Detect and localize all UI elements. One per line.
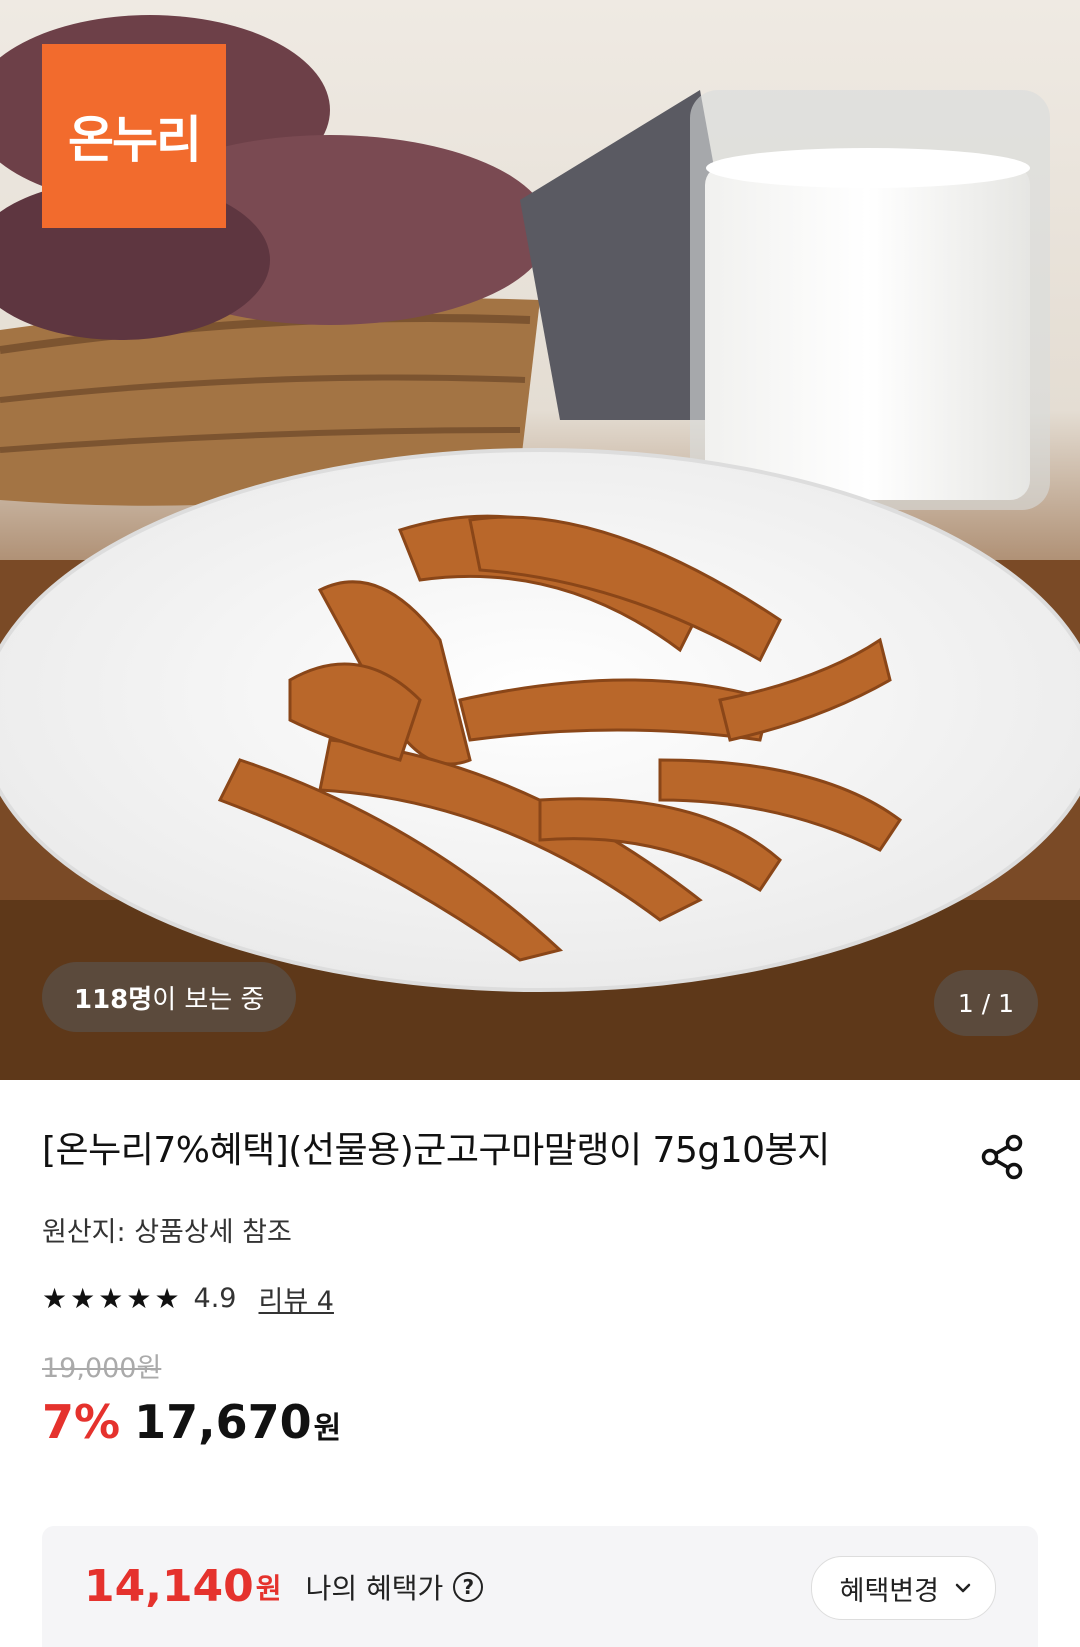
- brand-logo: 온누리: [42, 44, 226, 228]
- viewer-count: 118명: [74, 984, 153, 1015]
- rating-row: ★ ★ ★ ★ ★ 4.9 리뷰 4: [42, 1279, 1080, 1318]
- star-icon: ★: [42, 1281, 68, 1315]
- question-circle-icon[interactable]: ?: [453, 1571, 484, 1602]
- original-price: 19,000원: [42, 1353, 162, 1384]
- benefit-change-button[interactable]: 혜택변경: [810, 1556, 996, 1620]
- benefit-price-unit: 원: [255, 1571, 282, 1605]
- benefit-change-label: 혜택변경: [839, 1575, 939, 1607]
- image-counter: 1 / 1: [934, 970, 1038, 1036]
- star-icon: ★: [70, 1281, 96, 1315]
- share-button[interactable]: [978, 1132, 1028, 1182]
- chevron-down-icon: [955, 1583, 971, 1593]
- origin-info: 원산지: 상품상세 참조: [42, 1217, 292, 1248]
- viewers-badge: 118명 이 보는 중: [42, 962, 297, 1032]
- viewer-suffix: 이 보는 중: [152, 984, 265, 1015]
- sale-price: 17,670: [134, 1395, 312, 1449]
- sale-price-unit: 원: [313, 1411, 342, 1446]
- rating-stars: ★ ★ ★ ★ ★: [42, 1281, 180, 1315]
- benefit-label: 나의 혜택가: [305, 1571, 444, 1605]
- rating-value: 4.9: [193, 1283, 237, 1314]
- star-icon: ★: [98, 1281, 124, 1315]
- benefit-price: 14,140: [84, 1561, 254, 1612]
- product-title: [온누리7%혜택](선물용)군고구마말랭이 75g10봉지: [42, 1130, 830, 1171]
- product-title-row: [온누리7%혜택](선물용)군고구마말랭이 75g10봉지: [0, 1080, 1080, 1182]
- discount-rate: 7%: [42, 1395, 121, 1449]
- star-icon: ★: [154, 1281, 180, 1315]
- review-link[interactable]: 리뷰 4: [259, 1279, 334, 1318]
- benefit-price-box: 14,140 원 나의 혜택가 ? 혜택변경: [42, 1526, 1038, 1647]
- product-image-carousel[interactable]: 온누리 118명 이 보는 중 1 / 1: [0, 0, 1080, 1080]
- star-icon: ★: [126, 1281, 152, 1315]
- price-row: 7% 17,670 원: [42, 1395, 1080, 1449]
- share-icon: [981, 1134, 1023, 1180]
